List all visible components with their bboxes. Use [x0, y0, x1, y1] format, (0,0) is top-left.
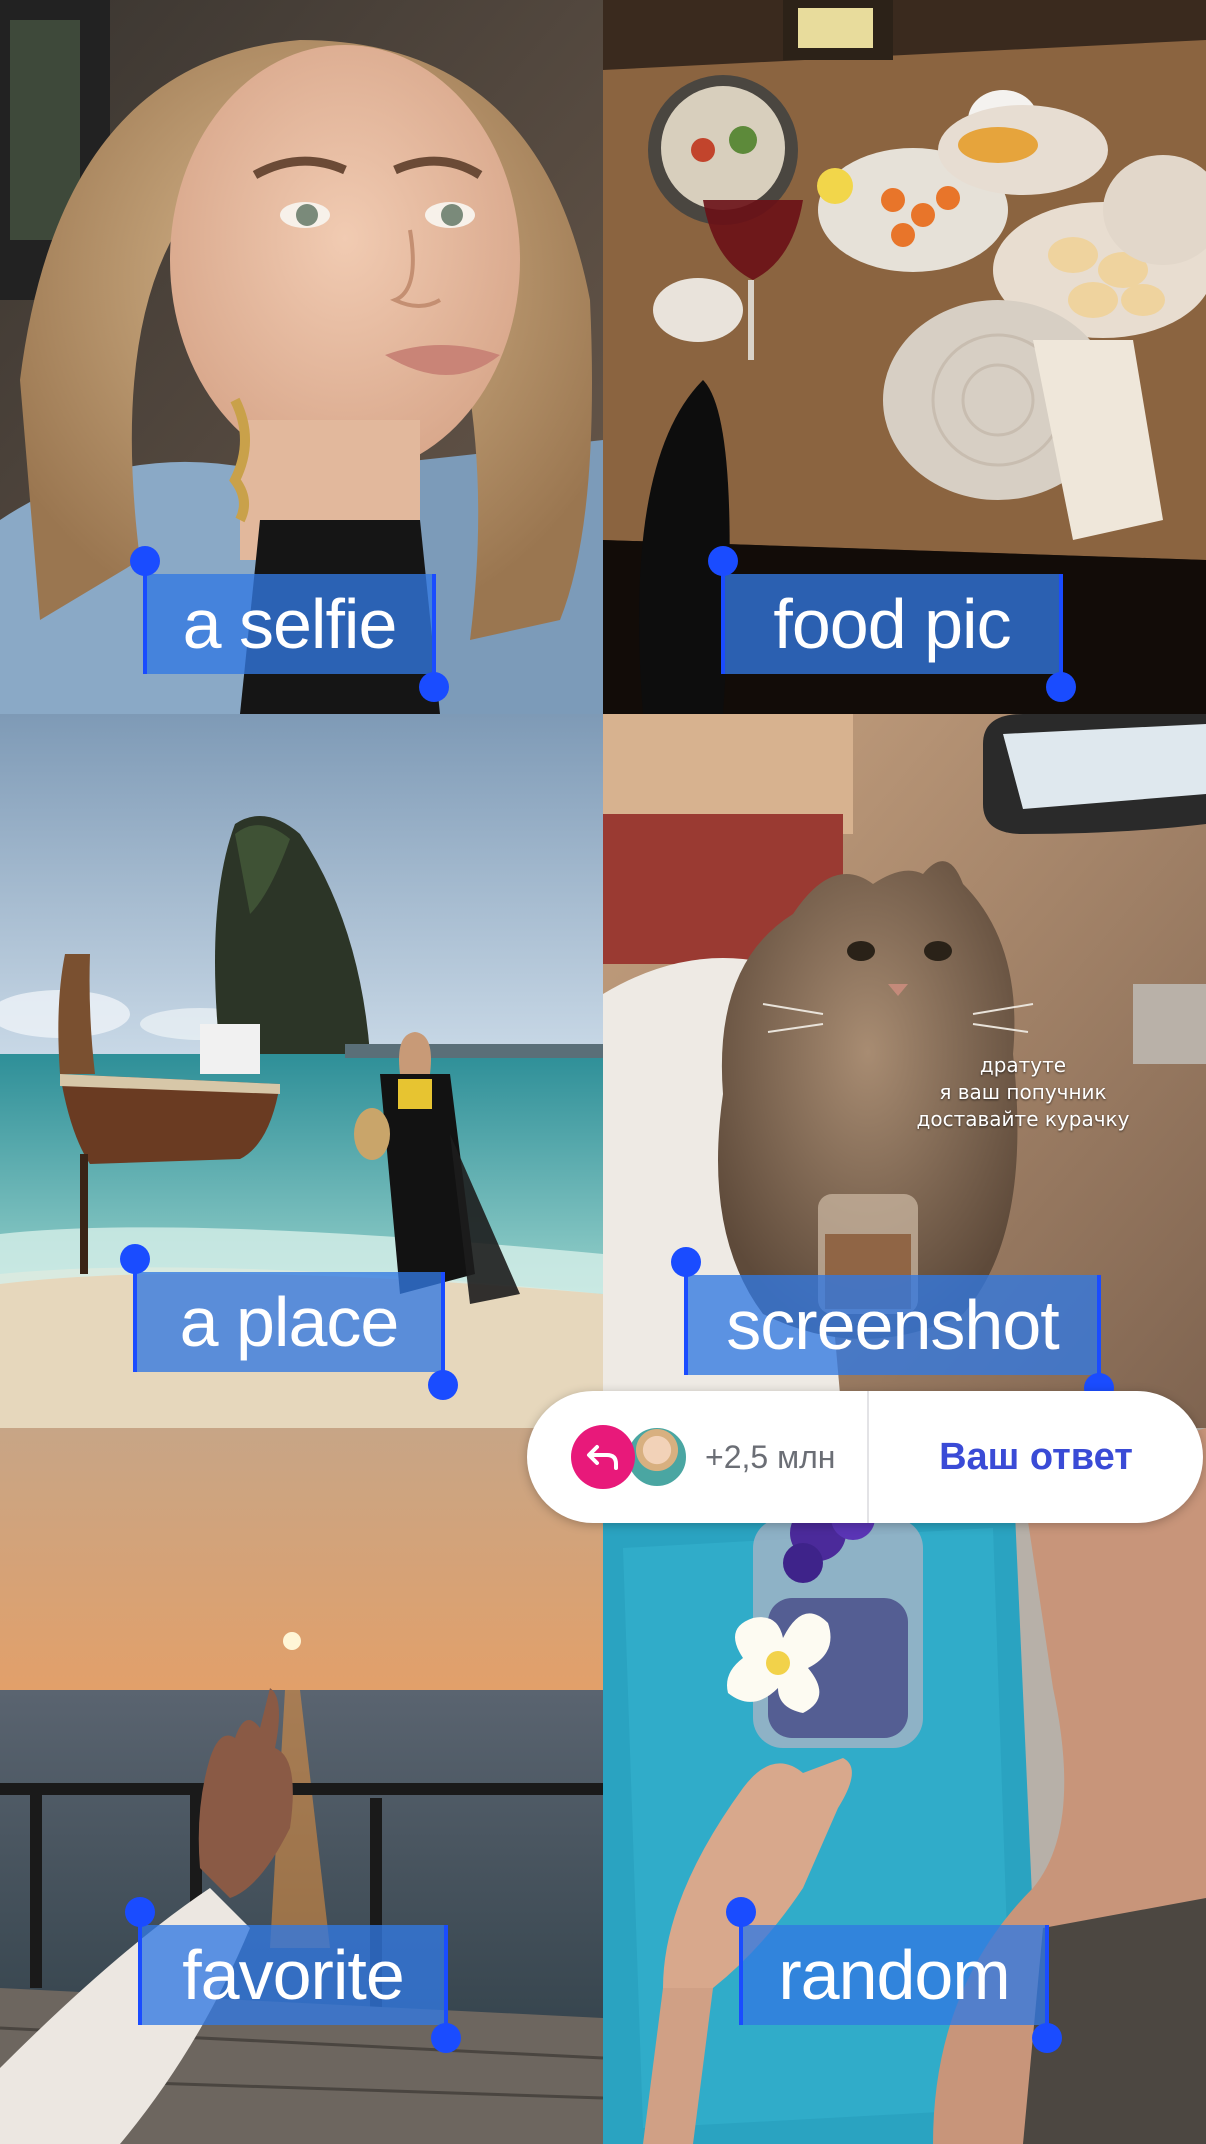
resize-handle[interactable]	[708, 546, 738, 576]
resize-handle[interactable]	[120, 1244, 150, 1274]
resize-handle[interactable]	[130, 546, 160, 576]
caption-line: доставайте курачку	[916, 1107, 1130, 1131]
resize-handle[interactable]	[125, 1897, 155, 1927]
photo-food: food pic	[603, 0, 1206, 714]
meme-caption: дратуте я ваш попучник доставайте курачк…	[898, 1052, 1148, 1133]
resize-handle[interactable]	[726, 1897, 756, 1927]
label-text: screenshot	[726, 1286, 1059, 1364]
caption-line: я ваш попучник	[939, 1080, 1107, 1104]
resize-handle[interactable]	[428, 1370, 458, 1400]
label-text: food pic	[773, 585, 1011, 663]
reply-bar: +2,5 млн Ваш ответ	[527, 1391, 1203, 1523]
selection-label[interactable]: favorite	[125, 1897, 461, 2053]
reply-count: +2,5 млн	[705, 1438, 836, 1475]
reply-arrow-icon	[571, 1425, 635, 1489]
label-text: a selfie	[182, 585, 398, 663]
resize-handle[interactable]	[419, 672, 449, 702]
resize-handle[interactable]	[1032, 2023, 1062, 2053]
label-text: a place	[179, 1283, 400, 1361]
photo-favorite: favorite	[0, 1428, 603, 2144]
resize-handle[interactable]	[431, 2023, 461, 2053]
label-text: random	[778, 1936, 1010, 2014]
photo-random: random	[603, 1428, 1206, 2144]
selection-label[interactable]: a place	[120, 1244, 458, 1400]
selection-label[interactable]: random	[726, 1897, 1062, 2053]
selection-label[interactable]: food pic	[708, 546, 1076, 702]
label-text: favorite	[182, 1936, 405, 2014]
resize-handle[interactable]	[1046, 672, 1076, 702]
photo-place: a place	[0, 714, 603, 1428]
photo-screenshot: дратуте я ваш попучник доставайте курачк…	[603, 714, 1206, 1428]
story-canvas: a selfie food pic a place дратуте я ваш …	[0, 0, 1206, 2144]
replies-summary[interactable]: +2,5 млн	[527, 1391, 867, 1523]
photo-selfie: a selfie	[0, 0, 603, 714]
selection-label[interactable]: a selfie	[130, 546, 449, 702]
your-answer-button[interactable]: Ваш ответ	[869, 1436, 1203, 1479]
selection-label[interactable]: screenshot	[671, 1247, 1114, 1403]
resize-handle[interactable]	[671, 1247, 701, 1277]
caption-line: дратуте	[979, 1053, 1067, 1077]
